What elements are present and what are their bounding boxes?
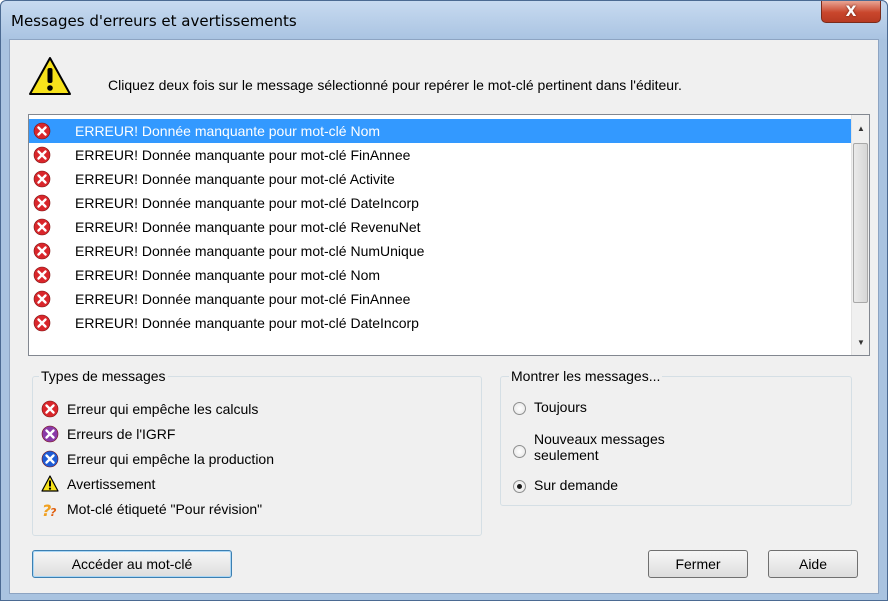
- list-scrollbar[interactable]: ▲ ▼: [851, 115, 869, 355]
- message-text: ERREUR! Donnée manquante pour mot-clé Ac…: [75, 171, 395, 187]
- message-row[interactable]: ERREUR! Donnée manquante pour mot-clé Da…: [29, 191, 851, 215]
- show-messages-group: Montrer les messages... Toujours Nouveau…: [500, 368, 852, 506]
- dialog-body: Cliquez deux fois sur le message sélecti…: [9, 39, 879, 594]
- error-icon: [33, 314, 51, 332]
- scroll-down-arrow-icon[interactable]: ▼: [852, 333, 870, 351]
- goto-keyword-button[interactable]: Accéder au mot-clé: [32, 550, 232, 578]
- message-text: ERREUR! Donnée manquante pour mot-clé No…: [75, 267, 381, 283]
- message-type-item: ?? Mot-clé étiqueté "Pour révision": [41, 499, 262, 519]
- blue-error-icon: [41, 450, 59, 468]
- instruction-text: Cliquez deux fois sur le message sélecti…: [108, 77, 682, 93]
- close-button[interactable]: Fermer: [648, 550, 748, 578]
- message-type-item: Avertissement: [41, 474, 155, 494]
- show-messages-legend: Montrer les messages...: [509, 368, 663, 384]
- radio-always-circle[interactable]: [513, 402, 526, 415]
- radio-new-only-label: Nouveaux messages seulement: [534, 431, 665, 463]
- message-row[interactable]: ERREUR! Donnée manquante pour mot-clé Fi…: [29, 143, 851, 167]
- radio-new-only[interactable]: Nouveaux messages seulement: [513, 431, 665, 463]
- radio-always-label: Toujours: [534, 399, 587, 415]
- radio-on-demand-label: Sur demande: [534, 477, 619, 493]
- review-icon: ??: [42, 501, 57, 518]
- message-row[interactable]: ERREUR! Donnée manquante pour mot-clé Re…: [29, 215, 851, 239]
- close-icon: X: [845, 3, 857, 20]
- purple-error-icon: [41, 425, 59, 443]
- message-row[interactable]: ERREUR! Donnée manquante pour mot-clé No…: [29, 119, 851, 143]
- title-bar[interactable]: Messages d'erreurs et avertissements X: [1, 1, 887, 39]
- error-icon: [33, 242, 51, 260]
- radio-always[interactable]: Toujours: [513, 399, 587, 415]
- message-row[interactable]: ERREUR! Donnée manquante pour mot-clé Nu…: [29, 239, 851, 263]
- message-type-label: Avertissement: [67, 476, 156, 492]
- messages-rows: ERREUR! Donnée manquante pour mot-clé No…: [29, 119, 851, 335]
- message-types-legend: Types de messages: [39, 368, 168, 384]
- radio-on-demand-circle[interactable]: [513, 480, 526, 493]
- scroll-up-arrow-icon[interactable]: ▲: [852, 119, 870, 137]
- error-icon: [33, 266, 51, 284]
- message-type-item: Erreur qui empêche la production: [41, 449, 274, 469]
- message-text: ERREUR! Donnée manquante pour mot-clé Re…: [75, 219, 421, 235]
- messages-list[interactable]: ERREUR! Donnée manquante pour mot-clé No…: [28, 114, 870, 356]
- message-type-label: Erreurs de l'IGRF: [67, 426, 176, 442]
- error-icon: [33, 194, 51, 212]
- error-icon: [33, 146, 51, 164]
- message-row[interactable]: ERREUR! Donnée manquante pour mot-clé No…: [29, 263, 851, 287]
- radio-on-demand[interactable]: Sur demande: [513, 477, 618, 493]
- window-close-button[interactable]: X: [821, 1, 881, 23]
- message-text: ERREUR! Donnée manquante pour mot-clé Nu…: [75, 243, 425, 259]
- message-type-item: Erreur qui empêche les calculs: [41, 399, 258, 419]
- warning-icon: [29, 57, 71, 95]
- help-button[interactable]: Aide: [768, 550, 858, 578]
- message-text: ERREUR! Donnée manquante pour mot-clé Da…: [75, 195, 419, 211]
- error-icon: [33, 170, 51, 188]
- message-text: ERREUR! Donnée manquante pour mot-clé No…: [75, 123, 381, 139]
- message-row[interactable]: ERREUR! Donnée manquante pour mot-clé Da…: [29, 311, 851, 335]
- message-text: ERREUR! Donnée manquante pour mot-clé Da…: [75, 315, 419, 331]
- message-type-label: Mot-clé étiqueté "Pour révision": [67, 501, 263, 517]
- error-icon: [33, 290, 51, 308]
- message-text: ERREUR! Donnée manquante pour mot-clé Fi…: [75, 147, 411, 163]
- svg-text:?: ?: [50, 506, 57, 518]
- message-type-label: Erreur qui empêche la production: [67, 451, 275, 467]
- message-row[interactable]: ERREUR! Donnée manquante pour mot-clé Ac…: [29, 167, 851, 191]
- message-types-group: Types de messages Erreur qui empêche les…: [32, 368, 482, 536]
- error-icon: [33, 218, 51, 236]
- message-type-item: Erreurs de l'IGRF: [41, 424, 175, 444]
- message-type-label: Erreur qui empêche les calculs: [67, 401, 259, 417]
- message-text: ERREUR! Donnée manquante pour mot-clé Fi…: [75, 291, 411, 307]
- warning-icon: [41, 475, 59, 492]
- error-icon: [33, 122, 51, 140]
- dialog-window: Messages d'erreurs et avertissements X C…: [0, 0, 888, 601]
- red-error-icon: [41, 400, 59, 418]
- radio-new-only-circle[interactable]: [513, 445, 526, 458]
- message-row[interactable]: ERREUR! Donnée manquante pour mot-clé Fi…: [29, 287, 851, 311]
- scroll-thumb[interactable]: [853, 143, 868, 303]
- window-title: Messages d'erreurs et avertissements: [11, 12, 297, 30]
